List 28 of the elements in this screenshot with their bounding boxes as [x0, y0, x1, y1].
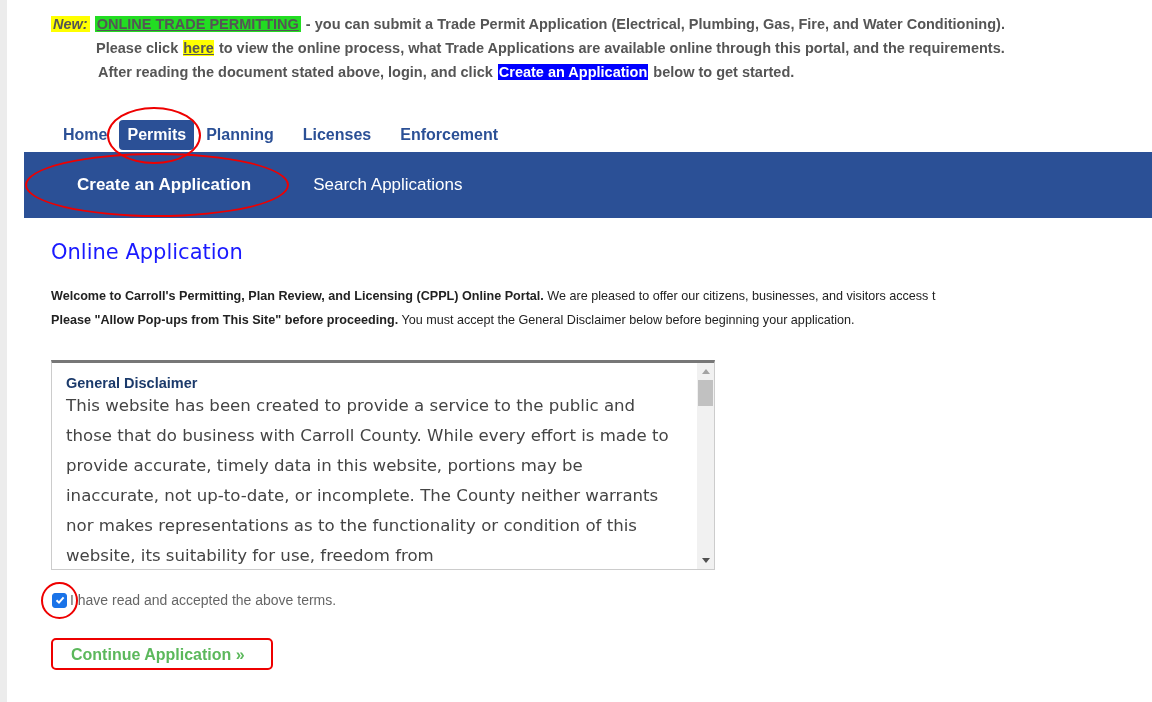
checkbox[interactable] — [52, 592, 67, 608]
scroll-up-icon[interactable] — [701, 369, 710, 374]
scroll-down-icon[interactable] — [701, 558, 710, 563]
page-heading: Online Application — [51, 240, 244, 264]
new-label: New: — [51, 16, 90, 32]
scrollbar[interactable] — [697, 363, 714, 569]
notice-text: - you can submit a Trade Permit Application (Electrical, Plumbing, Gas, Fire, and Water Conditioning). — [305, 16, 1005, 32]
notice-text: After reading the document stated above, login, and click — [98, 64, 493, 80]
trade-permitting-link[interactable]: ONLINE TRADE PERMITTING — [94, 16, 301, 32]
disclaimer-text: This website has been created to provide a service to the public and those that do business with Carroll County. While every effort is made to provide accurate, timely data in this website, portions may be inaccurate, not up-to-date, or incomplete. The County neither warrants nor makes representations as to the functionality or condition of this website, its suitability for use, freedom from — [66, 395, 670, 567]
nav-tab[interactable]: Enforcement — [392, 120, 506, 150]
nav-tab[interactable]: Licenses — [294, 120, 380, 150]
disclaimer-title: General Disclaimer — [66, 375, 199, 391]
nav-tab[interactable]: Permits — [119, 120, 195, 150]
nav-tab[interactable]: Home — [55, 120, 116, 150]
notice-text: Please click — [96, 40, 179, 56]
highlighted-text: Create an Application — [497, 64, 649, 80]
subnav-link[interactable]: Create an Application — [77, 175, 252, 194]
checkbox-label: I have read and accepted the above terms. — [70, 592, 337, 608]
here-link[interactable]: here — [183, 40, 214, 56]
notice-text: below to get started. — [653, 64, 795, 80]
intro-text: Welcome to Carroll's Permitting, Plan Review, and Licensing (CPPL) Online Portal. We are pleased to offer our citizens, businesses, and visitors access t — [51, 288, 937, 305]
intro-text: Please "Allow Pop-ups from This Site" before proceeding. You must accept the General Disclaimer below before beginning your application. — [51, 312, 856, 329]
subnav-link[interactable]: Search Applications — [313, 175, 463, 194]
scroll-thumb[interactable] — [698, 380, 713, 406]
checkmark-icon — [53, 594, 66, 606]
notice-text: to view the online process, what Trade Applications are available online through this portal, and the requirements. — [218, 40, 1005, 56]
nav-tab[interactable]: Planning — [198, 120, 282, 150]
